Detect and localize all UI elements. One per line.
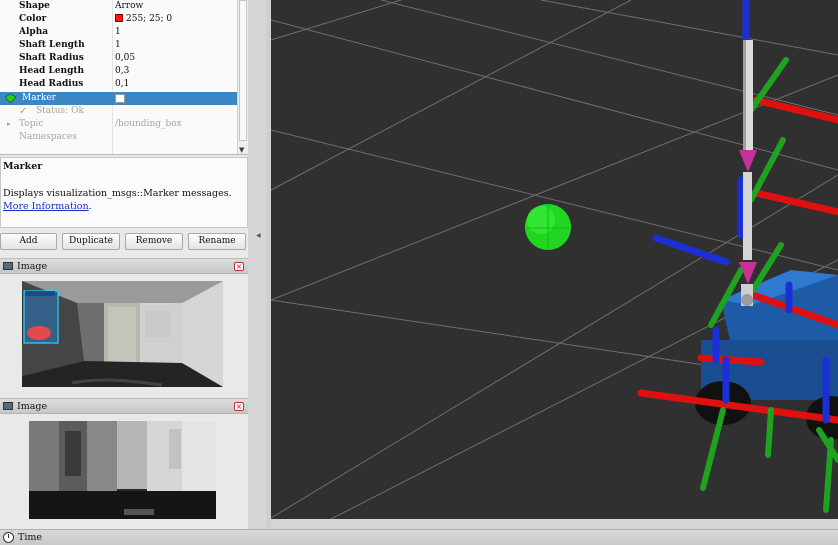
prop-key: Namespaces	[19, 132, 77, 142]
scrollbar-thumb[interactable]	[239, 0, 247, 141]
prop-key: Shaft Length	[19, 40, 85, 50]
prop-key: Shaft Radius	[19, 53, 84, 63]
prop-row-shaft-length[interactable]: Shaft Length 1	[0, 39, 237, 52]
expand-arrow-icon[interactable]: ▸	[7, 118, 11, 131]
more-information-link[interactable]: More Information	[3, 201, 89, 212]
prop-row-namespaces[interactable]: Namespaces	[0, 131, 237, 144]
prop-key: Head Radius	[19, 79, 84, 89]
duplicate-button[interactable]: Duplicate	[62, 233, 120, 250]
image-panel-header-2[interactable]: Image ×	[0, 398, 248, 414]
sphere-marker	[525, 204, 571, 250]
prop-key: Alpha	[19, 27, 49, 37]
prop-key: Topic	[19, 119, 44, 129]
close-icon[interactable]: ×	[234, 262, 244, 271]
enable-checkbox[interactable]	[115, 94, 125, 103]
display-name: Marker	[22, 93, 56, 103]
camera-image	[22, 281, 223, 387]
image-panel-title: Image	[17, 401, 48, 412]
prop-value[interactable]: Arrow	[115, 0, 143, 13]
prop-value[interactable]: 255; 25; 0	[115, 13, 172, 26]
properties-tree[interactable]: Shape Arrow Color 255; 25; 0 Alpha 1 Sha…	[0, 0, 248, 155]
time-panel-title: Time	[18, 532, 43, 543]
image-panel-header-1[interactable]: Image ×	[0, 258, 248, 274]
clock-icon	[3, 532, 14, 543]
arrow-markers	[739, 40, 757, 306]
close-icon[interactable]: ×	[234, 402, 244, 411]
left-panel: Shape Arrow Color 255; 25; 0 Alpha 1 Sha…	[0, 0, 248, 530]
prop-key: Head Length	[19, 66, 85, 76]
prop-row-color[interactable]: Color 255; 25; 0	[0, 13, 237, 26]
prop-value[interactable]: 0,05	[115, 52, 135, 65]
prop-value[interactable]: 0,1	[115, 78, 129, 91]
description-text: Displays visualization_msgs::Marker mess…	[3, 188, 232, 199]
display-item-marker[interactable]: Marker	[0, 92, 237, 105]
image-icon	[3, 262, 13, 270]
prop-row-head-radius[interactable]: Head Radius 0,1	[0, 78, 237, 91]
description-suffix: .	[88, 201, 92, 212]
prop-value[interactable]: 1	[115, 26, 121, 39]
image-icon	[3, 402, 13, 410]
description-body: Displays visualization_msgs::Marker mess…	[3, 187, 245, 213]
prop-row-status[interactable]: ✓ Status: Ok	[0, 105, 237, 118]
remove-button[interactable]: Remove	[125, 233, 183, 250]
color-value: 255; 25; 0	[126, 14, 173, 24]
properties-scrollbar[interactable]: ▼	[237, 0, 248, 154]
prop-row-alpha[interactable]: Alpha 1	[0, 26, 237, 39]
scroll-down-icon[interactable]: ▼	[239, 146, 244, 154]
prop-row-topic[interactable]: ▸ Topic /bounding_box	[0, 118, 237, 131]
prop-row-shaft-radius[interactable]: Shaft Radius 0,05	[0, 52, 237, 65]
marker-display-icon	[5, 94, 16, 103]
prop-row-shape[interactable]: Shape Arrow	[0, 0, 237, 13]
status-label: Status: Ok	[36, 106, 84, 116]
scene-svg	[271, 0, 838, 519]
add-button[interactable]: Add	[0, 233, 57, 250]
color-swatch-icon[interactable]	[115, 14, 123, 22]
prop-value[interactable]: 0,3	[115, 65, 129, 78]
status-ok-icon: ✓	[19, 106, 28, 117]
description-panel: Marker Displays visualization_msgs::Mark…	[0, 157, 248, 228]
rename-button[interactable]: Rename	[188, 233, 246, 250]
description-title: Marker	[3, 161, 43, 172]
depth-image	[29, 421, 216, 519]
3d-render-view[interactable]	[271, 0, 838, 519]
time-panel[interactable]: Time	[0, 529, 838, 545]
prop-key: Color	[19, 14, 47, 24]
prop-value[interactable]: 1	[115, 39, 121, 52]
prop-row-head-length[interactable]: Head Length 0,3	[0, 65, 237, 78]
prop-key: Shape	[19, 1, 50, 11]
image-panel-title: Image	[17, 261, 48, 272]
topic-value[interactable]: /bounding_box	[115, 118, 182, 131]
panel-collapse-icon[interactable]: ◀	[256, 232, 261, 239]
